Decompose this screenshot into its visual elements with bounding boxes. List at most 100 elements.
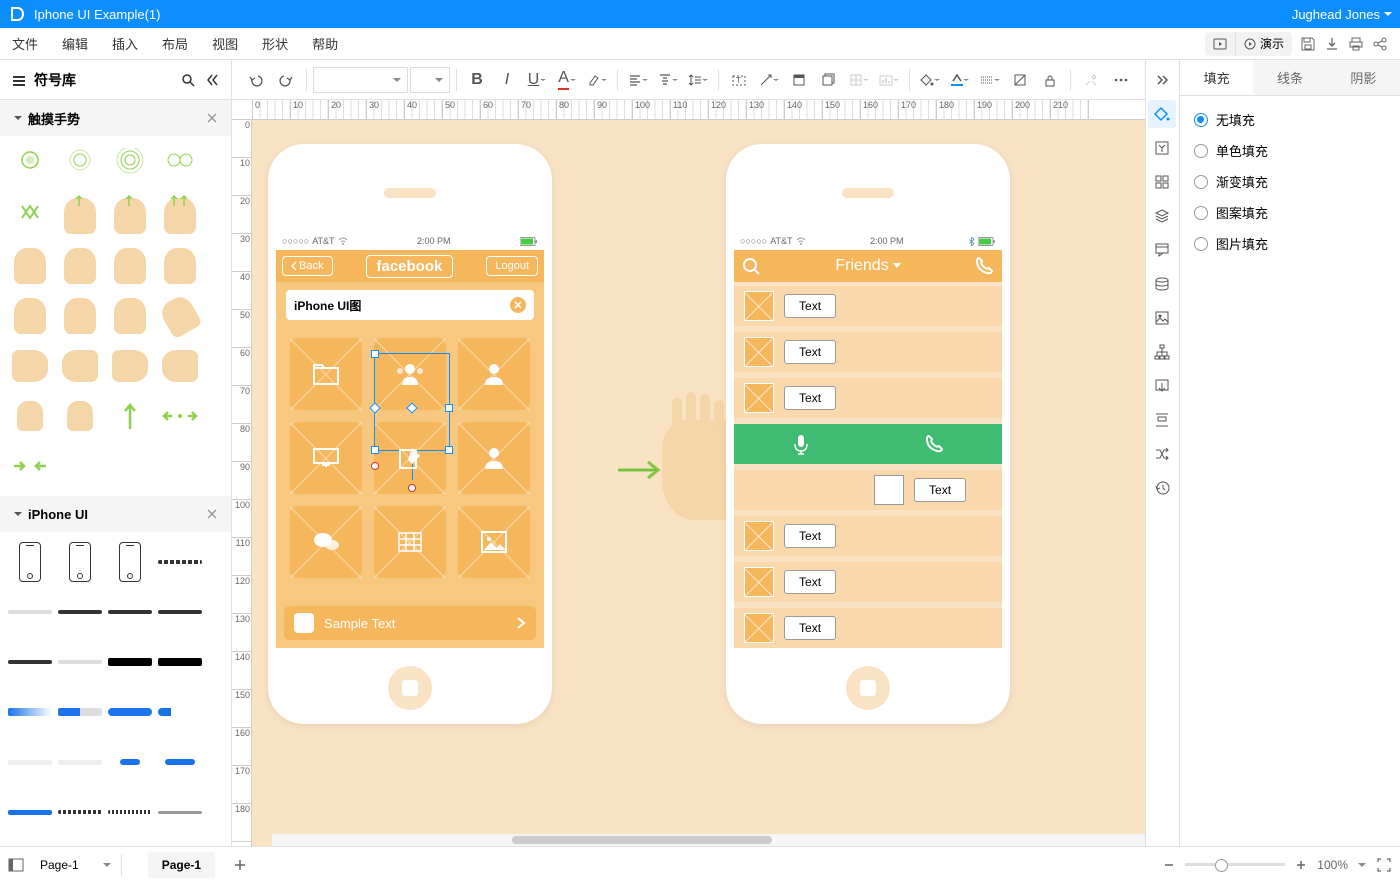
gesture-shape[interactable] xyxy=(106,392,154,440)
effects-panel-icon[interactable] xyxy=(1148,134,1176,162)
gesture-shape[interactable] xyxy=(56,142,104,190)
logout-button[interactable]: Logout xyxy=(486,256,538,276)
gesture-shape[interactable] xyxy=(6,292,54,340)
history-panel-icon[interactable] xyxy=(1148,474,1176,502)
image-button[interactable] xyxy=(815,66,843,94)
align-left-button[interactable] xyxy=(624,66,652,94)
connector-button[interactable] xyxy=(755,66,783,94)
gesture-shape[interactable] xyxy=(156,292,204,340)
close-icon[interactable] xyxy=(207,113,217,123)
line-color-button[interactable] xyxy=(946,66,974,94)
gesture-shape[interactable] xyxy=(56,292,104,340)
mic-button[interactable] xyxy=(734,424,868,464)
line-style-button[interactable] xyxy=(976,66,1004,94)
data-panel-icon[interactable] xyxy=(1148,270,1176,298)
redo-button[interactable] xyxy=(272,66,300,94)
friend-row-active[interactable] xyxy=(734,424,1002,464)
icon-tile-picture[interactable] xyxy=(458,506,530,578)
friend-row[interactable]: Text xyxy=(734,516,1002,556)
bottom-bar[interactable]: Sample Text xyxy=(284,606,536,640)
back-button[interactable]: Back xyxy=(282,256,332,276)
ui-shape[interactable] xyxy=(156,788,204,836)
ui-shape[interactable] xyxy=(106,638,154,686)
search-input[interactable]: iPhone UI图 ✕ xyxy=(286,290,534,320)
nav-title[interactable]: Friends xyxy=(835,257,900,275)
zoom-slider[interactable] xyxy=(1185,863,1285,866)
gesture-shape[interactable] xyxy=(56,242,104,290)
save-icon[interactable] xyxy=(1300,36,1316,52)
ui-shape[interactable] xyxy=(6,688,54,736)
gesture-shape[interactable] xyxy=(156,142,204,190)
underline-button[interactable]: U xyxy=(523,66,551,94)
gesture-shape[interactable] xyxy=(56,392,104,440)
radio-gradient-fill[interactable]: 渐变填充 xyxy=(1194,172,1386,191)
radio-pattern-fill[interactable]: 图案填充 xyxy=(1194,203,1386,222)
canvas[interactable]: ○○○○○AT&T 2:00 PM Back facebook Logout i… xyxy=(252,120,1145,846)
text-button[interactable]: Text xyxy=(784,570,836,594)
ui-shape[interactable] xyxy=(156,588,204,636)
gesture-shape[interactable] xyxy=(6,442,54,490)
search-icon[interactable] xyxy=(740,255,762,277)
line-spacing-button[interactable] xyxy=(684,66,712,94)
phone-frame-2[interactable]: ○○○○○AT&T 2:00 PM Friends Text Text xyxy=(726,144,1010,724)
iphone-shape[interactable] xyxy=(106,538,154,586)
font-color-button[interactable]: A xyxy=(553,66,581,94)
phone-icon[interactable] xyxy=(974,255,996,277)
menu-help[interactable]: 帮助 xyxy=(312,34,338,53)
page-tab[interactable]: Page-1 xyxy=(148,852,215,878)
gesture-shape[interactable] xyxy=(56,342,104,390)
print-icon[interactable] xyxy=(1348,36,1364,52)
ui-shape[interactable] xyxy=(156,738,204,786)
ui-shape[interactable] xyxy=(6,638,54,686)
friend-row[interactable]: Text xyxy=(734,608,1002,648)
present-button[interactable]: 演示 xyxy=(1235,32,1292,56)
ui-shape[interactable] xyxy=(106,588,154,636)
phone-frame-1[interactable]: ○○○○○AT&T 2:00 PM Back facebook Logout i… xyxy=(268,144,552,724)
menu-insert[interactable]: 插入 xyxy=(112,34,138,53)
lock-button[interactable] xyxy=(1036,66,1064,94)
friend-row[interactable]: Text xyxy=(734,332,1002,372)
ui-shape[interactable] xyxy=(6,738,54,786)
outline-view-icon[interactable] xyxy=(8,858,24,872)
chevron-down-icon[interactable] xyxy=(1358,861,1366,869)
search-icon[interactable] xyxy=(181,73,195,87)
tools-button[interactable] xyxy=(1077,66,1105,94)
horizontal-scrollbar[interactable] xyxy=(272,834,1145,846)
font-family-select[interactable] xyxy=(313,67,408,93)
icon-tile-user[interactable] xyxy=(458,422,530,494)
friend-row[interactable]: Text xyxy=(734,286,1002,326)
text-button[interactable]: Text xyxy=(784,524,836,548)
ui-shape[interactable] xyxy=(56,838,104,846)
ui-shape[interactable] xyxy=(56,638,104,686)
ui-shape[interactable] xyxy=(156,688,204,736)
text-button[interactable]: Text xyxy=(784,386,836,410)
tree-panel-icon[interactable] xyxy=(1148,338,1176,366)
table-button[interactable] xyxy=(845,66,873,94)
gesture-shape[interactable] xyxy=(156,342,204,390)
menu-layout[interactable]: 布局 xyxy=(162,34,188,53)
valign-button[interactable] xyxy=(654,66,682,94)
ui-shape[interactable] xyxy=(106,788,154,836)
gesture-shape[interactable] xyxy=(106,142,154,190)
home-button[interactable] xyxy=(846,666,890,710)
gesture-shape[interactable] xyxy=(156,392,204,440)
call-button[interactable] xyxy=(868,424,1002,464)
swipe-gesture-shape[interactable] xyxy=(612,420,742,520)
zoom-in-icon[interactable] xyxy=(1295,859,1307,871)
menu-file[interactable]: 文件 xyxy=(12,34,38,53)
gesture-shape[interactable] xyxy=(6,242,54,290)
gesture-shape[interactable] xyxy=(156,242,204,290)
gesture-shape[interactable] xyxy=(156,192,204,240)
text-button[interactable]: Text xyxy=(914,478,966,502)
export-panel-icon[interactable] xyxy=(1148,372,1176,400)
menu-view[interactable]: 视图 xyxy=(212,34,238,53)
menu-shape[interactable]: 形状 xyxy=(262,34,288,53)
ui-shape[interactable] xyxy=(6,838,54,846)
tab-fill[interactable]: 填充 xyxy=(1180,60,1253,95)
icon-tile-chat[interactable] xyxy=(290,506,362,578)
radio-no-fill[interactable]: 无填充 xyxy=(1194,110,1386,129)
page-select[interactable]: Page-1 xyxy=(32,854,103,876)
friend-row[interactable]: Text xyxy=(734,378,1002,418)
gesture-shape[interactable] xyxy=(56,192,104,240)
icon-tile-folder[interactable] xyxy=(290,338,362,410)
